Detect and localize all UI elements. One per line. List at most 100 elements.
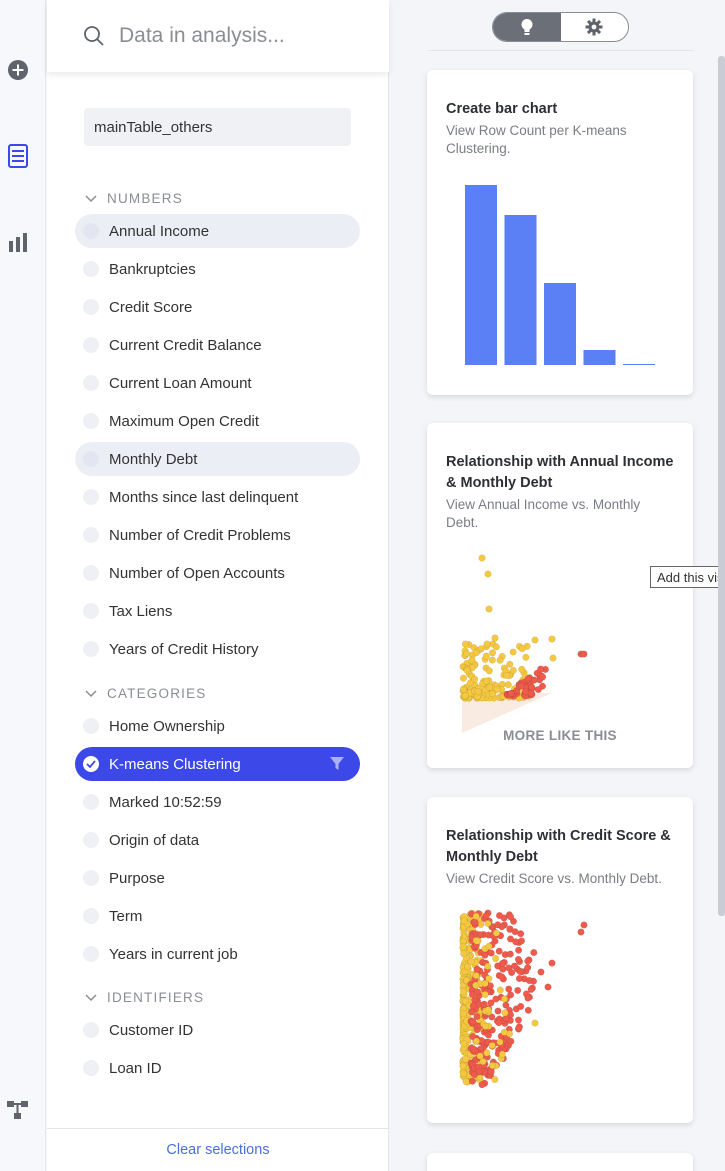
scatter-chart — [459, 909, 588, 1089]
scatter-point — [509, 648, 517, 656]
field-toggle[interactable] — [83, 794, 99, 810]
card-title: Relationship with Credit Score & Monthly… — [446, 828, 671, 865]
field-toggle[interactable] — [83, 413, 99, 429]
network-icon[interactable] — [6, 1098, 30, 1122]
field-item[interactable]: Annual Income — [75, 214, 360, 248]
settings-tab[interactable] — [561, 13, 629, 41]
field-item[interactable]: Years in current job — [75, 937, 360, 971]
scatter-point — [482, 652, 490, 660]
scatter-point — [460, 686, 468, 694]
scatter-point — [494, 1007, 502, 1015]
field-toggle[interactable] — [83, 223, 99, 239]
field-item[interactable]: Current Loan Amount — [75, 366, 360, 400]
field-item[interactable]: Credit Score — [75, 290, 360, 324]
field-item[interactable]: Loan ID — [75, 1051, 360, 1085]
field-toggle[interactable] — [83, 870, 99, 886]
scatter-point — [471, 675, 479, 683]
field-item[interactable]: Purpose — [75, 861, 360, 895]
scatter-point — [484, 919, 492, 927]
chevron-down-icon — [85, 689, 97, 697]
bar-2 — [504, 215, 537, 365]
field-toggle[interactable] — [83, 908, 99, 924]
scatter-point — [485, 975, 493, 983]
scatter-point — [485, 667, 493, 675]
bar-4 — [583, 350, 616, 365]
field-toggle[interactable] — [83, 565, 99, 581]
scatter-card-credit-debt[interactable]: Relationship with Credit Score & Monthly… — [427, 797, 693, 1123]
field-label: Marked 10:52:59 — [109, 793, 222, 811]
table-selector[interactable]: mainTable_others — [84, 108, 351, 146]
field-item[interactable]: Term — [75, 899, 360, 933]
chevron-down-icon — [85, 993, 97, 1001]
scatter-point — [481, 990, 489, 999]
field-toggle[interactable] — [83, 261, 99, 277]
scatter-card-income-debt[interactable]: Relationship with Annual Income & Monthl… — [427, 423, 693, 768]
section-label: IDENTIFIERS — [107, 990, 205, 1005]
clear-selections-link[interactable]: Clear selections — [166, 1142, 269, 1158]
visualizations-icon[interactable] — [6, 230, 30, 254]
field-item[interactable]: Customer ID — [75, 1013, 360, 1047]
scatter-point — [500, 995, 509, 1003]
field-item[interactable]: Number of Credit Problems — [75, 518, 360, 552]
section-header-identifiers[interactable]: IDENTIFIERS — [85, 990, 204, 1005]
field-item[interactable]: Years of Credit History — [75, 632, 360, 666]
field-toggle[interactable] — [83, 337, 99, 353]
field-toggle[interactable] — [83, 1022, 99, 1038]
scatter-point — [494, 921, 502, 929]
filter-icon[interactable] — [330, 757, 344, 776]
field-item[interactable]: K-means Clustering — [75, 747, 360, 781]
scatter-point — [531, 1019, 539, 1027]
field-item[interactable]: Home Ownership — [75, 709, 360, 743]
scatter-point — [517, 937, 526, 945]
add-icon[interactable] — [6, 58, 30, 82]
bar-3 — [544, 283, 576, 365]
field-item[interactable]: Marked 10:52:59 — [75, 785, 360, 819]
field-item[interactable]: Monthly Debt — [75, 442, 360, 476]
scatter-point — [514, 1016, 523, 1024]
search-input[interactable] — [119, 24, 359, 48]
scatter-point — [478, 1081, 486, 1089]
scatter-point — [524, 957, 532, 965]
bar-chart — [465, 185, 655, 365]
field-toggle[interactable] — [83, 641, 99, 657]
field-label: Tax Liens — [109, 602, 173, 620]
field-toggle[interactable] — [83, 946, 99, 962]
data-panel-icon[interactable] — [6, 144, 30, 168]
recommendations-tab[interactable] — [493, 13, 561, 41]
bar-chart-card[interactable]: Create bar chart View Row Count per K-me… — [427, 70, 693, 395]
field-toggle[interactable] — [83, 1060, 99, 1076]
scrollbar[interactable] — [718, 56, 725, 916]
scatter-point — [517, 1002, 525, 1010]
section-header-numbers[interactable]: NUMBERS — [85, 191, 183, 206]
scatter-point — [517, 682, 525, 690]
field-item[interactable]: Origin of data — [75, 823, 360, 857]
scatter-point — [491, 634, 499, 642]
scatter-point — [495, 911, 504, 920]
next-card[interactable] — [427, 1153, 693, 1171]
scatter-point — [459, 674, 468, 682]
field-item[interactable]: Number of Open Accounts — [75, 556, 360, 590]
field-toggle[interactable] — [83, 451, 99, 467]
field-toggle[interactable] — [83, 299, 99, 315]
scatter-point — [476, 1052, 484, 1060]
field-toggle[interactable] — [83, 832, 99, 848]
lightbulb-icon — [521, 19, 533, 35]
scatter-point — [487, 1068, 495, 1076]
field-toggle[interactable] — [83, 603, 99, 619]
field-item[interactable]: Current Credit Balance — [75, 328, 360, 362]
scatter-point — [506, 935, 515, 943]
field-item[interactable]: Bankruptcies — [75, 252, 360, 286]
field-item[interactable]: Tax Liens — [75, 594, 360, 628]
field-toggle[interactable] — [83, 718, 99, 734]
field-toggle[interactable] — [83, 375, 99, 391]
field-item[interactable]: Months since last delinquent — [75, 480, 360, 514]
field-toggle[interactable] — [83, 489, 99, 505]
more-like-this-button[interactable]: MORE LIKE THIS — [427, 728, 693, 743]
field-item[interactable]: Maximum Open Credit — [75, 404, 360, 438]
scatter-point — [515, 946, 523, 954]
field-label: Term — [109, 907, 143, 925]
section-header-categories[interactable]: CATEGORIES — [85, 686, 207, 701]
field-toggle[interactable] — [83, 527, 99, 543]
field-label: Credit Score — [109, 298, 193, 316]
scatter-point — [509, 666, 517, 674]
